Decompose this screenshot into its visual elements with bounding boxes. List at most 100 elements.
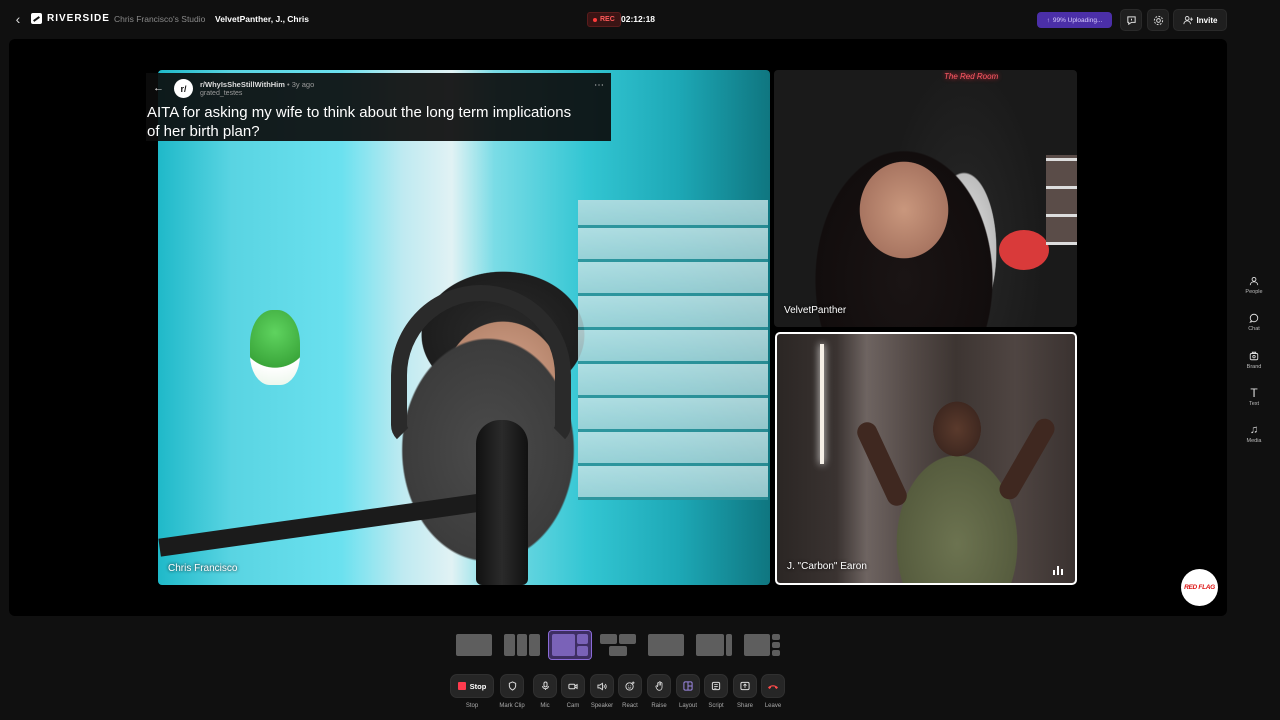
cam-control: Cam	[560, 674, 586, 709]
control-label: Script	[708, 703, 724, 709]
control-label: Leave	[764, 703, 782, 709]
mark-clip-control: Mark Clip	[499, 674, 525, 709]
record-dot-icon	[593, 17, 597, 22]
sidenav-label: Brand	[1246, 364, 1262, 370]
script-icon	[711, 681, 721, 691]
post-username: grated_testes	[200, 90, 243, 97]
camera-icon	[568, 683, 578, 689]
sidenav-text[interactable]: T Text	[1236, 386, 1272, 416]
hand-icon	[654, 681, 662, 691]
react-button[interactable]	[618, 674, 642, 698]
microphone-icon	[541, 681, 549, 691]
share-button[interactable]	[733, 674, 757, 698]
control-label: Mark Clip	[499, 703, 525, 709]
share-control: Share	[732, 674, 758, 709]
control-label: Layout	[678, 703, 697, 709]
speaker-button[interactable]	[590, 674, 614, 698]
mic-button[interactable]	[533, 674, 557, 698]
background-light	[820, 344, 824, 464]
riverside-logo: RIVERSIDE	[31, 13, 110, 24]
mark-clip-button[interactable]	[500, 674, 524, 698]
audio-level-icon	[1053, 565, 1067, 575]
stop-recording-button[interactable]: Stop	[450, 674, 494, 698]
settings-button[interactable]	[1147, 9, 1169, 31]
invite-label: Invite	[1196, 15, 1218, 25]
hang-up-icon	[768, 684, 778, 689]
subreddit-name: r/WhyIsSheStillWithHim	[200, 80, 285, 89]
upload-status-badge[interactable]: ↑ 99% Uploading...	[1037, 12, 1112, 28]
layout-option-single[interactable]	[453, 631, 495, 659]
raise-hand-button[interactable]	[647, 674, 671, 698]
brand-icon	[1249, 349, 1259, 363]
reddit-back-arrow-icon: ←	[153, 82, 164, 94]
participant-name: J. "Carbon" Earon	[787, 561, 867, 572]
sidenav-media[interactable]: ♫ Media	[1236, 423, 1272, 453]
layout-option-main-plus-stack[interactable]	[741, 631, 783, 659]
post-age: • 3y ago	[287, 80, 315, 89]
sidenav-label: Media	[1246, 438, 1262, 444]
upload-status-text: 99% Uploading...	[1052, 16, 1103, 24]
post-title: AITA for asking my wife to think about t…	[147, 104, 572, 140]
text-icon: T	[1250, 386, 1258, 400]
feedback-button[interactable]	[1120, 9, 1142, 31]
video-tile-velvetpanther[interactable]: The Red Room VelvetPanther	[774, 70, 1077, 327]
layout-option-single-pip[interactable]	[645, 631, 687, 659]
participant-name: VelvetPanther	[784, 305, 847, 316]
top-bar: ‹ RIVERSIDE Chris Francisco's Studio Vel…	[0, 0, 1280, 38]
logo-text: RIVERSIDE	[47, 13, 110, 24]
mic-arm	[158, 491, 498, 557]
layout-option-grid[interactable]	[597, 631, 639, 659]
chat-icon	[1249, 311, 1259, 325]
gear-icon	[1153, 15, 1163, 25]
music-note-icon: ♫	[1249, 424, 1259, 436]
participant-name: Chris Francisco	[168, 563, 238, 574]
people-icon	[1249, 274, 1259, 288]
background-plush	[999, 230, 1049, 270]
control-label: Mic	[540, 703, 550, 709]
layout-button[interactable]	[676, 674, 700, 698]
rec-label: REC	[600, 16, 615, 23]
reddit-post-overlay: ← r/ r/WhyIsSheStillWithHim • 3y ago gra…	[146, 73, 611, 141]
video-tile-chris[interactable]: Chris Francisco	[158, 70, 770, 585]
layout-option-side-by-side[interactable]	[501, 631, 543, 659]
sidenav-chat[interactable]: Chat	[1236, 311, 1272, 341]
react-control: React	[617, 674, 643, 709]
feedback-icon	[1126, 15, 1136, 25]
control-label: React	[622, 703, 638, 709]
control-label: Raise	[651, 703, 667, 709]
emoji-add-icon	[625, 681, 635, 691]
camera-button[interactable]	[561, 674, 585, 698]
back-arrow-icon[interactable]: ‹	[10, 11, 26, 27]
sidenav-brand[interactable]: Brand	[1236, 349, 1272, 379]
script-button[interactable]	[704, 674, 728, 698]
control-label: Speaker	[590, 703, 614, 709]
layout-control: Layout	[675, 674, 701, 709]
control-label: Stop	[465, 703, 479, 709]
recording-badge: REC	[587, 12, 621, 27]
share-screen-icon	[740, 681, 750, 691]
session-title: VelvetPanther, J., Chris	[215, 14, 310, 24]
neon-sign: The Red Room	[944, 72, 999, 81]
subreddit-avatar: r/	[174, 79, 193, 98]
studio-name[interactable]: Chris Francisco's Studio	[114, 14, 205, 24]
speaker-control: Speaker	[589, 674, 615, 709]
recording-timer: 02:12:18	[621, 14, 656, 24]
leave-control: Leave	[760, 674, 786, 709]
sidenav-label: Chat	[1248, 326, 1260, 332]
shield-icon	[508, 681, 516, 691]
stop-icon	[457, 682, 466, 690]
red-flag-logo: RED FLAG	[1181, 569, 1218, 606]
leave-button[interactable]	[761, 674, 785, 698]
sidenav-people[interactable]: People	[1236, 274, 1272, 304]
invite-button[interactable]: Invite	[1173, 9, 1227, 31]
layout-icon	[683, 681, 693, 691]
raise-control: Raise	[646, 674, 672, 709]
background-plush	[250, 310, 300, 385]
layout-option-main-plus-two[interactable]	[548, 630, 592, 660]
raised-arm	[995, 415, 1059, 503]
microphone	[476, 420, 528, 585]
video-tile-carbon[interactable]: J. "Carbon" Earon	[775, 332, 1077, 585]
control-label: Cam	[566, 703, 580, 709]
layout-option-pip-side[interactable]	[693, 631, 735, 659]
upload-arrow-icon: ↑	[1046, 16, 1050, 24]
